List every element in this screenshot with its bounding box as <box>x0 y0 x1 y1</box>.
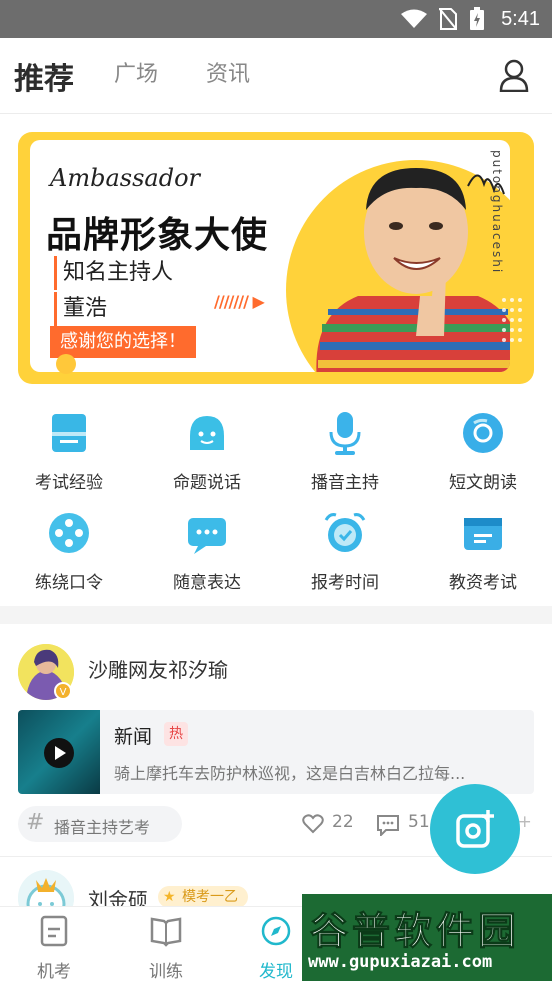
video-thumbnail <box>18 710 100 794</box>
tab-label: 广场 <box>114 62 159 87</box>
feature-grid: 考试经验 命题说话 播音主持 短文朗读 练绕口令 随意表达 报考时间 教资考试 <box>0 396 552 596</box>
feature-label: 报考时间 <box>311 573 379 593</box>
feature-exam-experience[interactable]: 考试经验 <box>0 396 138 493</box>
like-count: 22 <box>332 812 354 832</box>
banner-host-title: 知名主持人 <box>54 256 173 290</box>
alarm-clock-icon <box>324 513 366 552</box>
top-nav: 推荐 广场 资讯 <box>0 38 552 114</box>
tab-label: 资讯 <box>206 62 251 87</box>
tab-label: 推荐 <box>14 62 74 97</box>
status-bar: 5:41 <box>0 0 552 38</box>
exam-notebook-icon <box>52 414 86 452</box>
feature-teacher-qualification[interactable]: 教资考试 <box>414 496 552 593</box>
ambassador-photo <box>316 168 510 372</box>
nav-label: 训练 <box>149 962 183 981</box>
banner-decor-dot <box>56 354 76 374</box>
level-badge: 模考一乙 <box>158 886 248 908</box>
tab-recommend[interactable]: 推荐 <box>14 54 74 100</box>
new-post-button[interactable] <box>430 784 520 874</box>
watermark-logo: 谷普软件园 www.gupuxiazai.com <box>302 894 552 981</box>
banner-thanks: 感谢您的选择！ <box>50 326 196 358</box>
feature-free-expression[interactable]: 随意表达 <box>138 496 276 593</box>
add-photo-icon <box>456 810 494 848</box>
post-username[interactable]: 沙雕网友祁汐瑜 <box>88 654 228 683</box>
comment-count: 51 <box>408 812 430 832</box>
speech-dots-icon <box>188 518 226 554</box>
feature-tongue-twister[interactable]: 练绕口令 <box>0 496 138 593</box>
news-description: 骑上摩托车去防护林巡视，这是白吉林白乙拉每... <box>114 764 466 783</box>
feature-exam-schedule[interactable]: 报考时间 <box>276 496 414 593</box>
reading-disc-icon <box>463 413 503 453</box>
feature-label: 考试经验 <box>35 473 103 493</box>
feature-topic-speaking[interactable]: 命题说话 <box>138 396 276 493</box>
feature-broadcasting[interactable]: 播音主持 <box>276 396 414 493</box>
svg-text:V: V <box>60 687 67 698</box>
feature-reading[interactable]: 短文朗读 <box>414 396 552 493</box>
feature-label: 播音主持 <box>311 473 379 493</box>
feature-label: 教资考试 <box>449 573 517 593</box>
banner-dot-pattern <box>502 298 522 342</box>
film-reel-icon <box>49 513 89 553</box>
open-book-icon <box>150 917 182 947</box>
microphone-icon <box>329 412 361 455</box>
no-sim-icon <box>439 8 458 30</box>
nav-exam[interactable]: 机考 <box>14 915 94 981</box>
battery-charging-icon <box>470 7 485 30</box>
nav-training[interactable]: 训练 <box>126 915 206 981</box>
news-title: 新闻 <box>114 726 153 748</box>
hashtag-icon: # <box>26 810 45 835</box>
exam-doc-icon <box>40 915 68 947</box>
comment-icon[interactable] <box>376 814 400 836</box>
verified-badge-icon: V <box>54 682 72 700</box>
clock: 5:41 <box>501 7 540 30</box>
wifi-icon <box>401 9 428 28</box>
chat-smile-icon <box>190 416 224 450</box>
tab-news[interactable]: 资讯 <box>206 56 250 88</box>
feature-label: 随意表达 <box>173 573 241 593</box>
play-icon[interactable] <box>44 738 74 768</box>
hot-badge: 热 <box>164 722 188 746</box>
certificate-card-icon <box>464 518 502 550</box>
news-card[interactable]: 新闻 热 骑上摩托车去防护林巡视，这是白吉林白乙拉每... <box>18 710 534 794</box>
feature-label: 练绕口令 <box>35 573 103 593</box>
feature-label: 短文朗读 <box>449 473 517 493</box>
ambassador-banner[interactable]: Ambassador 品牌形象大使 知名主持人 董浩 /////// ▶ 感谢您… <box>18 132 534 384</box>
tab-square[interactable]: 广场 <box>114 56 158 88</box>
watermark-url: www.gupuxiazai.com <box>308 952 493 972</box>
banner-host-name: 董浩 <box>54 292 107 326</box>
banner-card: Ambassador 品牌形象大使 知名主持人 董浩 /////// ▶ 感谢您… <box>30 140 510 372</box>
feature-label: 命题说话 <box>173 473 241 493</box>
arrow-icon: /////// ▶ <box>214 292 265 311</box>
topic-tag[interactable]: # 播音主持艺考 <box>18 806 182 842</box>
banner-headline: 品牌形象大使 <box>46 215 269 256</box>
section-divider <box>0 606 552 624</box>
watermark-title: 谷普软件园 <box>309 909 521 954</box>
topic-tag-label: 播音主持艺考 <box>54 818 151 837</box>
person-outline-icon[interactable] <box>498 58 530 92</box>
banner-subtitle: Ambassador <box>50 164 200 192</box>
compass-icon <box>261 916 291 946</box>
heart-icon[interactable] <box>302 814 324 834</box>
banner-vertical-text: putonghuaceshi <box>490 150 504 275</box>
nav-label: 机考 <box>37 962 71 981</box>
